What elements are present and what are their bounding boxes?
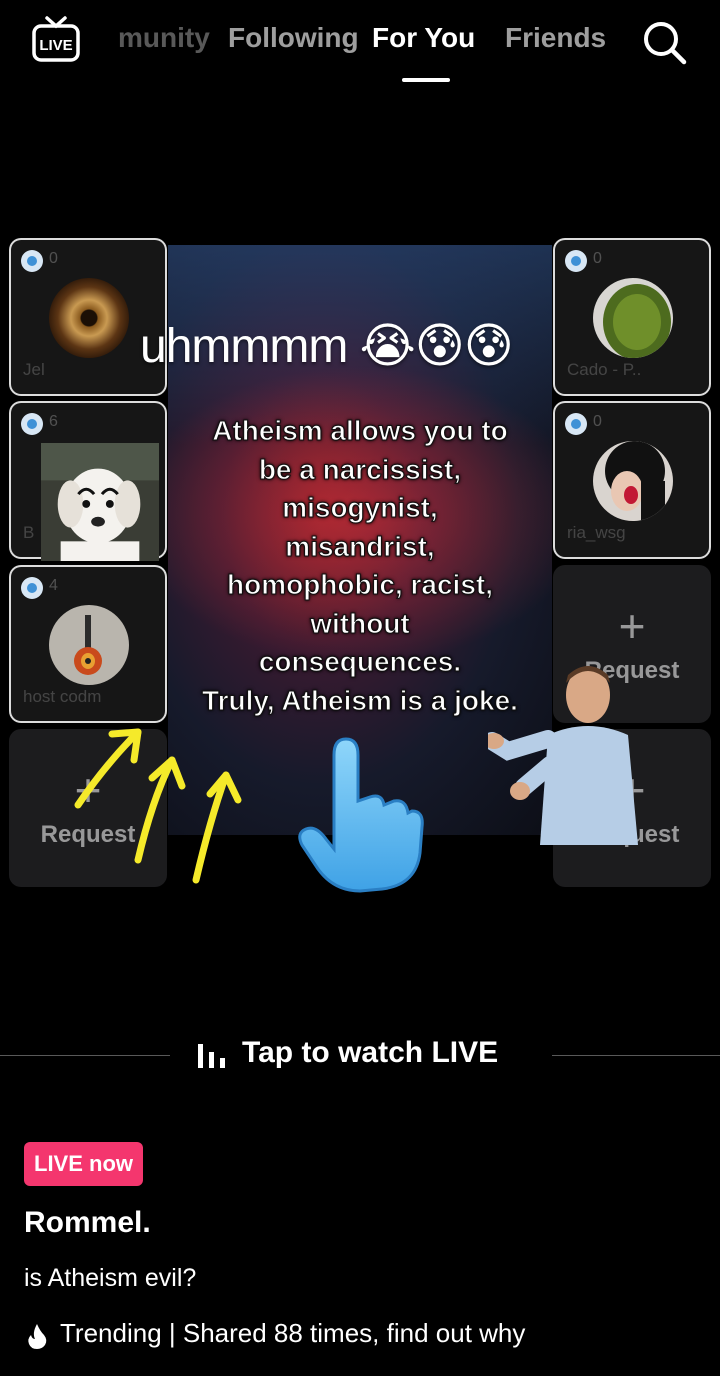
presenter-sticker — [488, 666, 638, 845]
guest-count: 0 — [49, 250, 58, 267]
guest-tile[interactable]: 0 Cado - P.. — [553, 238, 711, 396]
avatar — [593, 278, 673, 358]
avatar — [593, 441, 673, 521]
fire-icon — [28, 1324, 47, 1349]
verified-badge-icon — [21, 250, 43, 272]
pointing-hand-icon — [298, 737, 424, 893]
host-name[interactable]: Rommel. — [24, 1206, 151, 1240]
live-now-badge: LIVE now — [24, 1142, 143, 1186]
svg-text:LIVE: LIVE — [39, 37, 72, 54]
search-icon[interactable] — [640, 18, 688, 66]
tap-to-watch-label: Tap to watch LIVE — [242, 1036, 499, 1069]
guest-count: 0 — [593, 413, 602, 430]
video-caption: uhmmmm 😭😰😰 — [140, 320, 514, 373]
avatar — [49, 278, 129, 358]
verified-badge-icon — [21, 577, 43, 599]
tab-friends[interactable]: Friends — [505, 22, 606, 54]
live-title: is Atheism evil? — [24, 1264, 197, 1292]
guest-tile[interactable]: 4 host codm — [9, 565, 167, 723]
verified-badge-icon — [565, 250, 587, 272]
guest-name: host codm — [23, 687, 102, 706]
live-icon[interactable]: LIVE — [30, 14, 82, 66]
verified-badge-icon — [565, 413, 587, 435]
avatar — [41, 443, 159, 561]
divider-line — [0, 1055, 170, 1056]
avatar — [49, 605, 129, 685]
guest-name: Cado - P.. — [567, 360, 642, 379]
verified-badge-icon — [21, 413, 43, 435]
tab-following[interactable]: Following — [228, 22, 359, 54]
guest-name: B — [23, 523, 35, 542]
guest-tile[interactable]: 6 B — [9, 401, 167, 561]
guest-count: 0 — [593, 250, 602, 267]
divider-line — [552, 1055, 720, 1056]
guest-count: 6 — [49, 413, 58, 430]
add-icon: + — [618, 600, 646, 652]
yellow-arrows-icon — [74, 728, 242, 884]
top-nav: LIVE munity Following For You Friends — [0, 0, 720, 90]
trending-text: Trending | Shared 88 times, find out why — [60, 1318, 526, 1348]
bars-icon — [198, 1044, 225, 1068]
guest-name: Jel — [23, 360, 45, 379]
guest-tile[interactable]: 0 ria_wsg — [553, 401, 711, 559]
active-tab-indicator — [402, 78, 450, 82]
guest-name: ria_wsg — [567, 523, 626, 542]
guest-count: 4 — [49, 577, 58, 594]
tab-community[interactable]: munity — [118, 22, 210, 54]
tab-for-you[interactable]: For You — [372, 22, 475, 54]
